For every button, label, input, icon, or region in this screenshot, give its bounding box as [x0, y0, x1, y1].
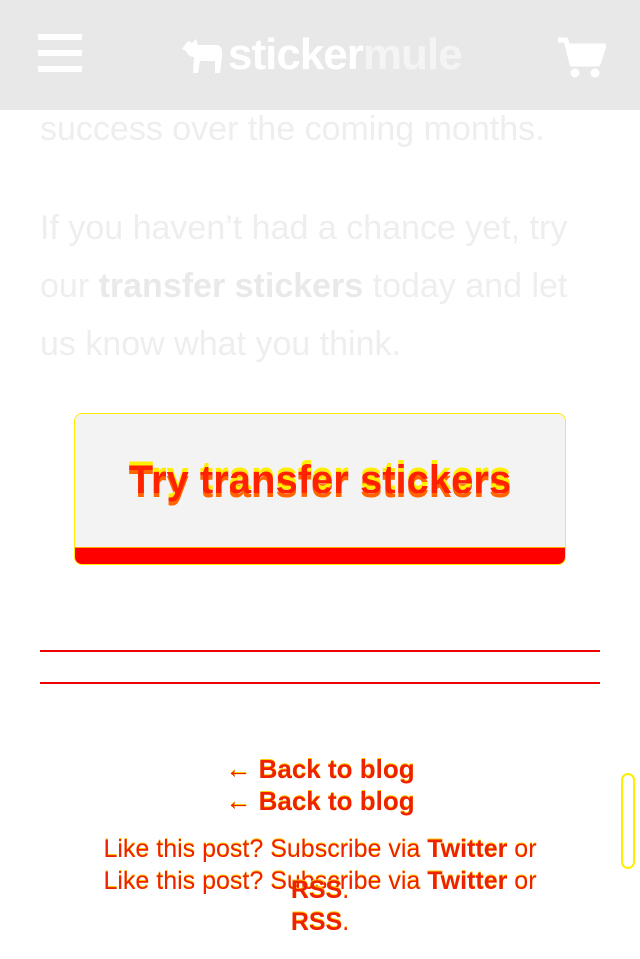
cta-button-shadow — [75, 547, 565, 564]
site-header: stickermule — [0, 0, 640, 110]
twitter-link[interactable]: Twitter — [427, 835, 507, 863]
divider — [40, 682, 600, 684]
article-paragraph: If you haven’t had a chance yet, try our… — [40, 209, 568, 363]
scrollbar-thumb[interactable] — [621, 773, 635, 869]
rss-link[interactable]: RSS — [291, 908, 342, 936]
rss-line: RSS. — [290, 876, 350, 904]
transfer-stickers-link[interactable]: transfer stickers — [99, 267, 364, 305]
hamburger-icon[interactable] — [38, 34, 82, 72]
rss-line: RSS. — [290, 908, 350, 936]
shopping-cart-icon[interactable] — [556, 36, 607, 80]
logo-text-sticker: sticker — [228, 30, 364, 79]
back-to-blog-link[interactable]: ← Back to blog — [0, 754, 640, 785]
try-transfer-stickers-button[interactable]: Try transfer stickers — [74, 413, 566, 565]
divider — [40, 650, 600, 652]
mule-icon — [182, 39, 222, 73]
cta-label: Try transfer stickers — [128, 458, 512, 502]
sticker-mule-logo[interactable]: stickermule — [180, 30, 463, 80]
subscribe-text: Like this post? Subscribe via Twitter or — [103, 835, 537, 863]
logo-text-mule: mule — [362, 30, 463, 79]
back-to-blog-link[interactable]: ← Back to blog — [0, 786, 640, 817]
rss-link[interactable]: RSS — [291, 876, 342, 904]
